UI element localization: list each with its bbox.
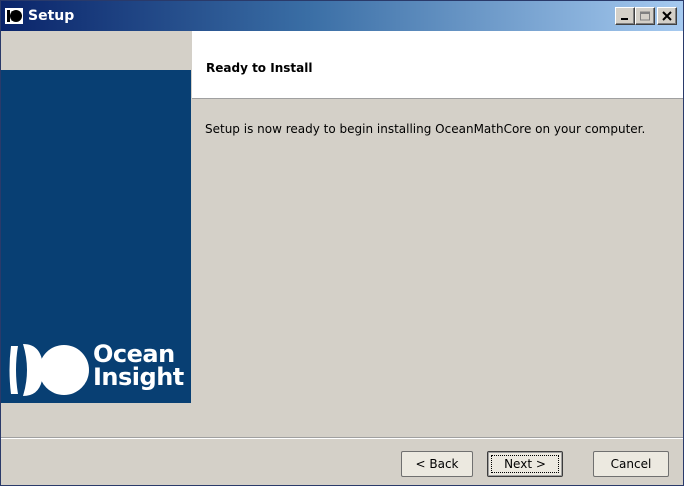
maximize-button[interactable] <box>635 7 655 25</box>
window-title: Setup <box>28 8 75 24</box>
minimize-button[interactable] <box>615 7 635 25</box>
setup-window: Setup Ocean Insight Ready to Install Set… <box>0 0 684 486</box>
title-bar[interactable]: Setup <box>1 1 683 31</box>
app-logo-icon <box>5 8 23 24</box>
ready-message: Setup is now ready to begin installing O… <box>205 122 646 136</box>
wizard-sidebar-banner: Ocean Insight <box>1 70 191 403</box>
brand-wordmark: Ocean Insight <box>93 342 184 391</box>
next-button[interactable]: Next > <box>487 451 563 477</box>
minimize-icon <box>621 18 628 20</box>
button-separator <box>1 437 683 439</box>
brand-line-insight: Insight <box>93 363 184 391</box>
maximize-icon <box>640 11 650 21</box>
sidebar-top-area <box>1 31 191 70</box>
close-icon <box>662 11 672 21</box>
cancel-button-label: Cancel <box>610 457 652 471</box>
back-button-label: < Back <box>415 457 459 471</box>
ocean-insight-logo-icon <box>9 344 89 396</box>
cancel-button[interactable]: Cancel <box>593 451 669 477</box>
back-button[interactable]: < Back <box>401 451 473 477</box>
page-header: Ready to Install <box>192 31 683 99</box>
close-button[interactable] <box>657 7 677 25</box>
focus-ring <box>491 455 559 473</box>
page-title: Ready to Install <box>206 61 313 75</box>
